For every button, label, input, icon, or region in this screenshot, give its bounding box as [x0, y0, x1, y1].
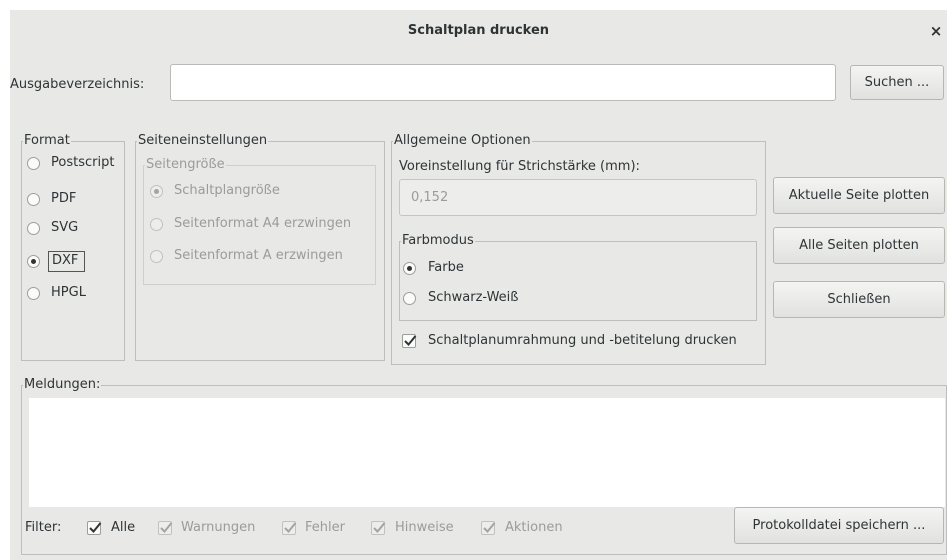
plot-current-page-button[interactable]: Aktuelle Seite plotten [773, 177, 945, 214]
radio-black-white-label[interactable]: Schwarz-Weiß [428, 290, 518, 305]
save-log-button[interactable]: Protokolldatei speichern ... [734, 507, 944, 544]
checkmark-icon [373, 522, 386, 533]
line-width-label: Voreinstellung für Strichstärke (mm): [399, 159, 640, 174]
radio-pdf[interactable] [27, 193, 40, 206]
output-dir-input[interactable] [170, 64, 836, 101]
browse-button[interactable]: Suchen ... [850, 65, 944, 100]
print-frame-label[interactable]: Schaltplanumrahmung und -betitelung druc… [428, 333, 737, 348]
filter-infos-checkbox[interactable] [371, 521, 386, 535]
radio-color[interactable] [403, 262, 416, 275]
checkmark-icon [284, 522, 297, 533]
filter-infos-label[interactable]: Hinweise [395, 520, 454, 535]
color-mode-legend: Farbmodus [401, 233, 475, 249]
page-settings-legend: Seiteneinstellungen [137, 133, 269, 149]
line-width-input[interactable]: 0,152 [399, 179, 757, 216]
general-options-legend: Allgemeine Optionen [393, 133, 532, 149]
checkmark-icon [483, 522, 496, 533]
checkmark-icon [160, 522, 173, 533]
radio-postscript-label[interactable]: Postscript [51, 155, 114, 170]
close-icon[interactable]: × [925, 20, 947, 42]
radio-force-a[interactable] [150, 250, 163, 263]
line-width-value: 0,152 [411, 190, 449, 205]
filter-errors-checkbox[interactable] [282, 521, 297, 535]
radio-schematic-size[interactable] [150, 185, 163, 198]
filter-warnings-label[interactable]: Warnungen [181, 520, 255, 535]
radio-color-label[interactable]: Farbe [428, 260, 464, 275]
radio-black-white[interactable] [403, 292, 416, 305]
messages-legend: Meldungen: [23, 377, 102, 393]
color-mode-group: Farbmodus [399, 233, 757, 321]
dialog-title: Schaltplan drucken [407, 23, 550, 38]
page-size-legend: Seitengröße [145, 157, 226, 173]
radio-force-a-label[interactable]: Seitenformat A erzwingen [174, 248, 343, 263]
radio-svg[interactable] [27, 222, 40, 235]
radio-schematic-size-label[interactable]: Schaltplangröße [174, 183, 280, 198]
radio-svg-label[interactable]: SVG [51, 220, 78, 235]
radio-postscript[interactable] [27, 157, 40, 170]
plot-all-pages-button[interactable]: Alle Seiten plotten [773, 227, 945, 264]
output-dir-label: Ausgabeverzeichnis: [10, 77, 145, 92]
messages-log[interactable] [29, 398, 945, 507]
format-legend: Format [23, 133, 71, 149]
radio-pdf-label[interactable]: PDF [51, 191, 76, 206]
radio-dxf-label[interactable]: DXF [52, 253, 78, 268]
radio-dxf[interactable] [27, 255, 40, 268]
filter-all-checkbox[interactable] [87, 521, 102, 535]
radio-force-a4[interactable] [150, 218, 163, 231]
filter-actions-label[interactable]: Aktionen [505, 520, 563, 535]
filter-label: Filter: [25, 520, 62, 535]
radio-hpgl[interactable] [27, 287, 40, 300]
radio-hpgl-label[interactable]: HPGL [51, 285, 86, 300]
filter-warnings-checkbox[interactable] [158, 521, 173, 535]
filter-errors-label[interactable]: Fehler [305, 520, 345, 535]
plot-dialog: Schaltplan drucken × Ausgabeverzeichnis:… [10, 10, 947, 560]
title-bar: Schaltplan drucken × [10, 10, 947, 54]
close-button[interactable]: Schließen [773, 281, 945, 318]
print-frame-checkbox[interactable] [402, 334, 417, 348]
filter-all-label[interactable]: Alle [111, 520, 135, 535]
radio-force-a4-label[interactable]: Seitenformat A4 erzwingen [174, 216, 351, 231]
checkmark-icon [404, 335, 417, 346]
filter-actions-checkbox[interactable] [481, 521, 496, 535]
checkmark-icon [89, 522, 102, 533]
